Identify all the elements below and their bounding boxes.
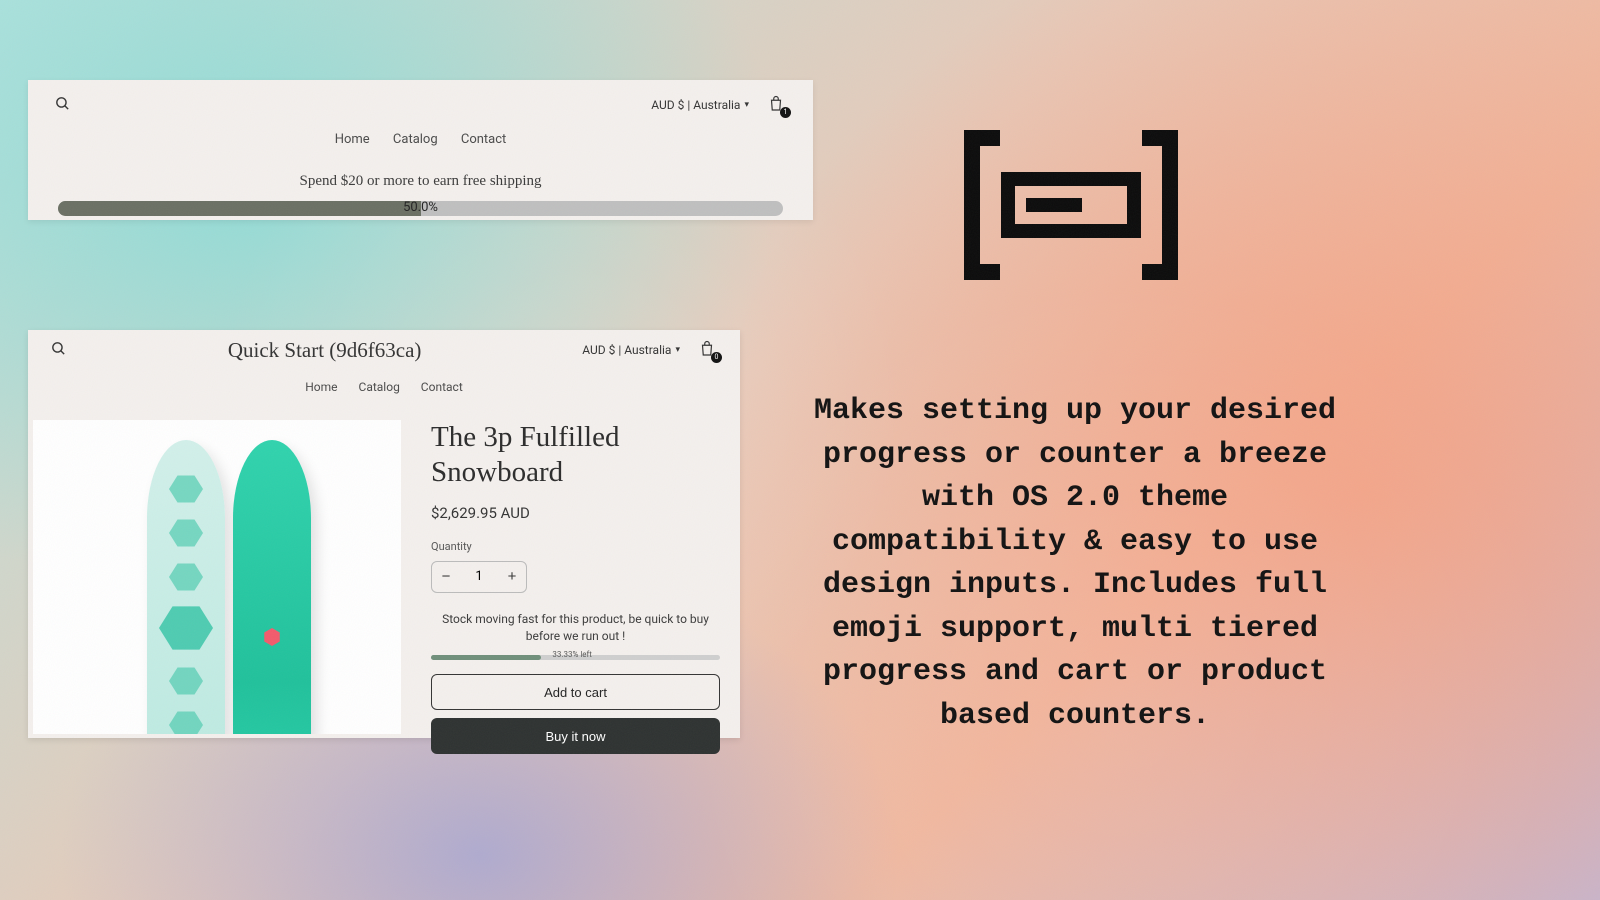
header-screenshot: AUD $ | Australia ▾ 1 Home Catalog Conta… <box>28 80 813 220</box>
topbar-right: AUD $ | Australia ▾ 1 <box>651 95 787 115</box>
topbar: AUD $ | Australia ▾ 1 <box>28 80 813 120</box>
free-shipping-message: Spend $20 or more to earn free shipping <box>28 173 813 190</box>
pattern-icon <box>169 474 203 504</box>
pattern-icon <box>169 518 203 548</box>
search-icon[interactable] <box>54 95 71 116</box>
locale-selector[interactable]: AUD $ | Australia ▾ <box>582 343 680 357</box>
nav-home[interactable]: Home <box>305 380 337 394</box>
pattern-icon <box>169 710 203 734</box>
snowboard-left <box>147 440 225 734</box>
snowboard-right <box>233 440 311 734</box>
nav-contact[interactable]: Contact <box>461 132 506 147</box>
locale-selector[interactable]: AUD $ | Australia ▾ <box>651 98 749 112</box>
logo-mark-icon <box>263 628 281 646</box>
pattern-icon <box>159 604 213 652</box>
pattern-icon <box>169 666 203 696</box>
main-nav: Home Catalog Contact <box>28 380 740 394</box>
stock-message: Stock moving fast for this product, be q… <box>431 611 720 646</box>
topbar: Quick Start (9d6f63ca) AUD $ | Australia… <box>28 330 740 362</box>
product-image[interactable] <box>33 420 401 734</box>
product-details: The 3p Fulfilled Snowboard $2,629.95 AUD… <box>431 420 740 762</box>
app-logo-icon <box>964 130 1178 280</box>
add-to-cart-button[interactable]: Add to cart <box>431 674 720 710</box>
buy-now-button[interactable]: Buy it now <box>431 718 720 754</box>
cart-icon[interactable]: 0 <box>698 340 718 360</box>
marketing-copy: Makes setting up your desired progress o… <box>800 390 1350 738</box>
nav-catalog[interactable]: Catalog <box>393 132 438 147</box>
chevron-down-icon: ▾ <box>744 100 749 110</box>
cart-count-badge: 1 <box>780 107 791 118</box>
stock-progress-fill <box>431 655 541 660</box>
search-icon[interactable] <box>50 340 67 361</box>
cart-icon[interactable]: 1 <box>767 95 787 115</box>
qty-decrement-button[interactable]: − <box>432 568 460 585</box>
chevron-down-icon: ▾ <box>675 345 680 355</box>
product-body: The 3p Fulfilled Snowboard $2,629.95 AUD… <box>28 394 740 762</box>
product-price: $2,629.95 AUD <box>431 504 720 522</box>
topbar-right: AUD $ | Australia ▾ 0 <box>582 340 718 360</box>
qty-increment-button[interactable]: + <box>498 568 526 585</box>
locale-label: AUD $ | Australia <box>651 98 740 112</box>
main-nav: Home Catalog Contact <box>28 132 813 147</box>
nav-contact[interactable]: Contact <box>421 380 463 394</box>
quantity-label: Quantity <box>431 540 720 553</box>
product-page-screenshot: Quick Start (9d6f63ca) AUD $ | Australia… <box>28 330 740 738</box>
nav-home[interactable]: Home <box>335 132 370 147</box>
stock-progress-label: 33.33% left <box>552 650 592 659</box>
shipping-progress-bar: 50.0% <box>58 201 783 216</box>
qty-value: 1 <box>460 569 498 584</box>
shipping-progress-label: 50.0% <box>58 200 783 215</box>
product-title: The 3p Fulfilled Snowboard <box>431 420 720 490</box>
nav-catalog[interactable]: Catalog <box>359 380 400 394</box>
cart-count-badge: 0 <box>711 352 722 363</box>
pattern-icon <box>169 562 203 592</box>
stock-progress-bar: 33.33% left <box>431 655 720 660</box>
locale-label: AUD $ | Australia <box>582 343 671 357</box>
store-name[interactable]: Quick Start (9d6f63ca) <box>228 338 422 363</box>
quantity-stepper: − 1 + <box>431 561 527 593</box>
